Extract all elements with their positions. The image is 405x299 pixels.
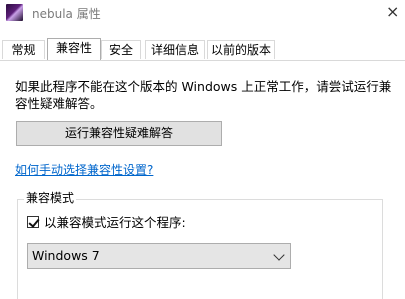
tab-compatibility[interactable]: 兼容性 [47,38,101,60]
title-bar: nebula 属性 × [0,0,405,28]
os-version-select[interactable]: Windows 7 [27,243,291,269]
tab-previous-versions[interactable]: 以前的版本 [207,40,275,59]
compat-mode-checkbox[interactable] [27,216,39,228]
chevron-down-icon [273,249,285,261]
tab-panel-border [0,60,405,61]
tab-security[interactable]: 安全 [101,40,141,59]
compat-description: 如果此程序不能在这个版本的 Windows 上正常工作，请尝试运行兼容性疑难解答… [15,79,392,111]
window-title: nebula 属性 [32,7,101,21]
close-icon[interactable]: × [386,2,399,22]
app-icon [6,4,23,21]
run-troubleshooter-button[interactable]: 运行兼容性疑难解答 [16,121,222,146]
compat-mode-checkbox-label[interactable]: 以兼容模式运行这个程序: [44,215,186,231]
tab-strip: 常规 兼容性 安全 详细信息 以前的版本 [0,38,405,60]
os-version-value: Windows 7 [32,248,100,263]
manual-settings-link[interactable]: 如何手动选择兼容性设置? [15,161,153,178]
compat-mode-group-title: 兼容模式 [24,190,77,206]
tab-general[interactable]: 常规 [2,40,45,59]
tab-details[interactable]: 详细信息 [145,40,205,59]
